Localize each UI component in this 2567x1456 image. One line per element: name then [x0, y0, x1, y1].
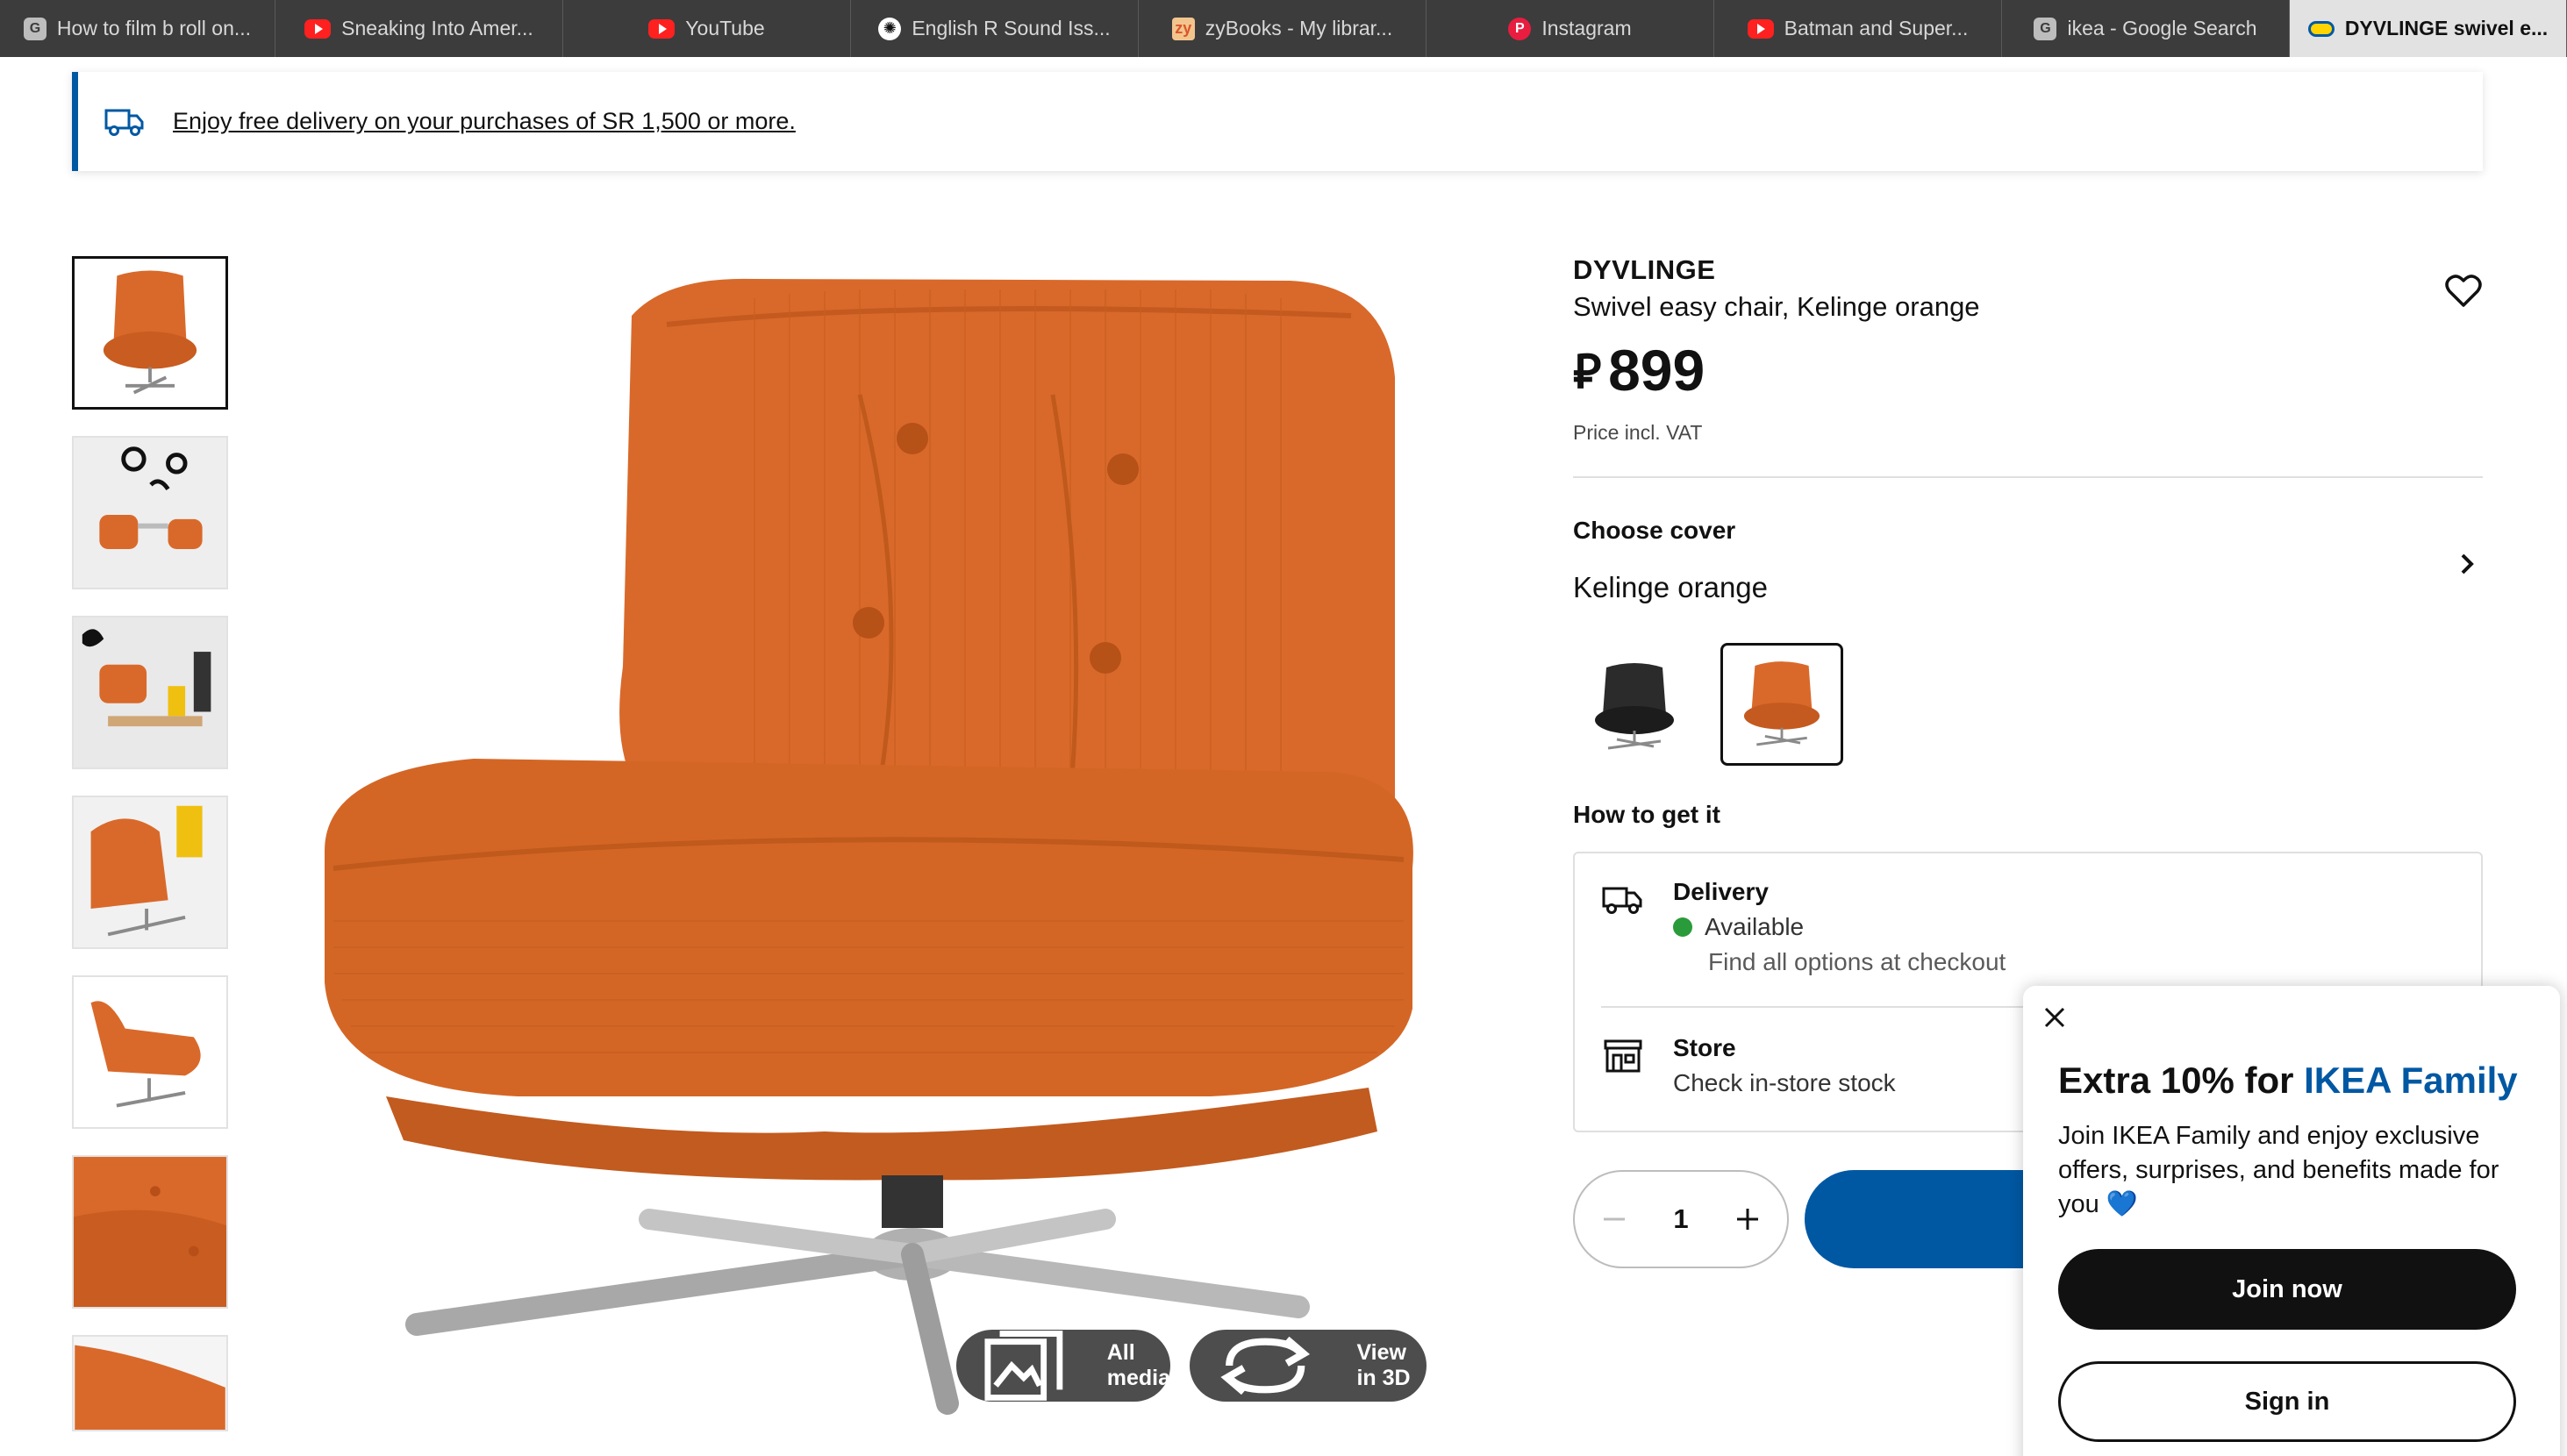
youtube-icon: [1747, 18, 1774, 39]
browser-tab[interactable]: G ikea - Google Search: [2002, 0, 2290, 57]
price-note: Price incl. VAT: [1573, 421, 1703, 444]
cover-swatches: [1573, 643, 2483, 766]
ikea-family-popup: Extra 10% for IKEA Family Join IKEA Fami…: [2023, 986, 2560, 1456]
browser-tab[interactable]: Sneaking Into Amer...: [275, 0, 563, 57]
decrease-quantity-button[interactable]: [1594, 1199, 1634, 1239]
tab-label: How to film b roll on...: [56, 17, 252, 39]
store-icon: [1604, 1039, 1642, 1073]
delivery-truck-icon: [1602, 887, 1642, 914]
delivery-note: Find all options at checkout: [1708, 948, 2006, 975]
google-icon: G: [23, 17, 46, 40]
divider: [1573, 476, 2483, 478]
chevron-right-icon: [2461, 553, 2474, 575]
delivery-option[interactable]: Delivery Available Find all options at c…: [1601, 878, 2006, 976]
available-status-dot: [1673, 917, 1692, 937]
browser-tab[interactable]: zy zyBooks - My librar...: [1139, 0, 1427, 57]
browser-tab-bar: G How to film b roll on... Sneaking Into…: [0, 0, 2567, 57]
close-popup-button[interactable]: [2035, 998, 2074, 1037]
thumbnail-living-room[interactable]: [72, 616, 228, 769]
delivery-title: Delivery: [1673, 878, 1769, 905]
tab-label: Instagram: [1541, 17, 1632, 39]
thumbnail-list: [72, 256, 228, 1456]
riyal-currency-symbol: ⃁: [1573, 346, 1602, 398]
youtube-icon: [304, 18, 332, 39]
choose-cover-label: Choose cover: [1573, 517, 1736, 544]
blue-heart-icon: 💙: [2106, 1190, 2138, 1218]
increase-quantity-button[interactable]: [1727, 1199, 1768, 1239]
main-product-image[interactable]: All media View in 3D: [298, 254, 1456, 1430]
popup-title: Extra 10% for IKEA Family: [2058, 1060, 2518, 1102]
delivery-truck-icon: [104, 109, 144, 136]
delivery-status: Available: [1673, 913, 2006, 941]
thumbnail-seat-detail[interactable]: [72, 1335, 228, 1431]
favorite-heart-icon[interactable]: [2444, 272, 2483, 310]
product-price: ⃁ 899: [1573, 337, 2483, 403]
view-in-3d-label: View in 3D: [1356, 1340, 1411, 1390]
tab-label: Sneaking Into Amer...: [341, 17, 533, 39]
product-name: DYVLINGE: [1573, 254, 1716, 285]
ikea-icon: [2307, 20, 2335, 37]
popup-title-prefix: Extra 10% for: [2058, 1060, 2305, 1101]
gallery-icon: [984, 1331, 1063, 1401]
thumbnail-room-scene[interactable]: [72, 436, 228, 589]
minus-icon: [1604, 1217, 1626, 1221]
browser-tab[interactable]: P Instagram: [1427, 0, 1714, 57]
zybooks-icon: zy: [1171, 17, 1195, 40]
store-note: Check in-store stock: [1673, 1069, 1896, 1096]
tab-label: YouTube: [685, 17, 765, 39]
tab-label: ikea - Google Search: [2067, 17, 2257, 39]
thumbnail-angle-view[interactable]: [72, 796, 228, 949]
browser-tab[interactable]: ✺ English R Sound Iss...: [851, 0, 1139, 57]
thumbnail-side-view[interactable]: [72, 975, 228, 1129]
all-media-button[interactable]: All media: [956, 1330, 1170, 1402]
google-icon: G: [2034, 17, 2057, 40]
browser-tab[interactable]: G How to film b roll on...: [0, 0, 275, 57]
thumbnail-fabric-detail[interactable]: [72, 1155, 228, 1309]
quantity-stepper: 1: [1573, 1170, 1789, 1268]
delivery-status-text: Available: [1705, 913, 1805, 940]
pinterest-icon: P: [1508, 17, 1532, 40]
tab-label: Batman and Super...: [1784, 17, 1969, 39]
close-icon: [2044, 1007, 2065, 1028]
popup-title-brand: IKEA Family: [2304, 1060, 2518, 1101]
plus-icon: [1736, 1209, 1758, 1230]
quantity-value[interactable]: 1: [1673, 1203, 1688, 1235]
cover-value: Kelinge orange: [1573, 571, 1769, 603]
free-delivery-link[interactable]: Enjoy free delivery on your purchases of…: [173, 108, 796, 135]
swatch-kelinge-orange[interactable]: [1720, 643, 1843, 766]
all-media-label: All media: [1106, 1340, 1171, 1390]
view-in-3d-button[interactable]: View in 3D: [1190, 1330, 1427, 1402]
thumbnail-product-front[interactable]: [72, 256, 228, 410]
tab-label: DYVLINGE swivel e...: [2344, 17, 2549, 39]
browser-tab[interactable]: YouTube: [563, 0, 851, 57]
tab-label: English R Sound Iss...: [912, 17, 1111, 39]
browser-tab[interactable]: Batman and Super...: [1714, 0, 2002, 57]
how-to-get-it-label: How to get it: [1573, 801, 1720, 828]
free-delivery-banner: Enjoy free delivery on your purchases of…: [72, 72, 2483, 171]
price-value: 899: [1608, 338, 1705, 403]
swivel-chair-illustration: [325, 278, 1413, 1415]
youtube-icon: [648, 18, 676, 39]
tab-label: zyBooks - My librar...: [1205, 17, 1393, 39]
choose-cover-row[interactable]: Choose cover Kelinge orange: [1573, 517, 2483, 608]
sign-in-button[interactable]: Sign in: [2058, 1361, 2516, 1442]
popup-body: Join IKEA Family and enjoy exclusive off…: [2058, 1119, 2532, 1222]
store-title: Store: [1673, 1034, 1736, 1061]
join-now-button[interactable]: Join now: [2058, 1249, 2516, 1330]
product-description: Swivel easy chair, Kelinge orange: [1573, 291, 1980, 322]
chatgpt-icon: ✺: [878, 17, 902, 40]
swatch-black[interactable]: [1573, 643, 1696, 766]
rotate-3d-icon: [1220, 1336, 1311, 1395]
browser-tab-active[interactable]: DYVLINGE swivel e...: [2290, 0, 2567, 57]
store-option[interactable]: Store Check in-store stock: [1601, 1034, 1896, 1097]
